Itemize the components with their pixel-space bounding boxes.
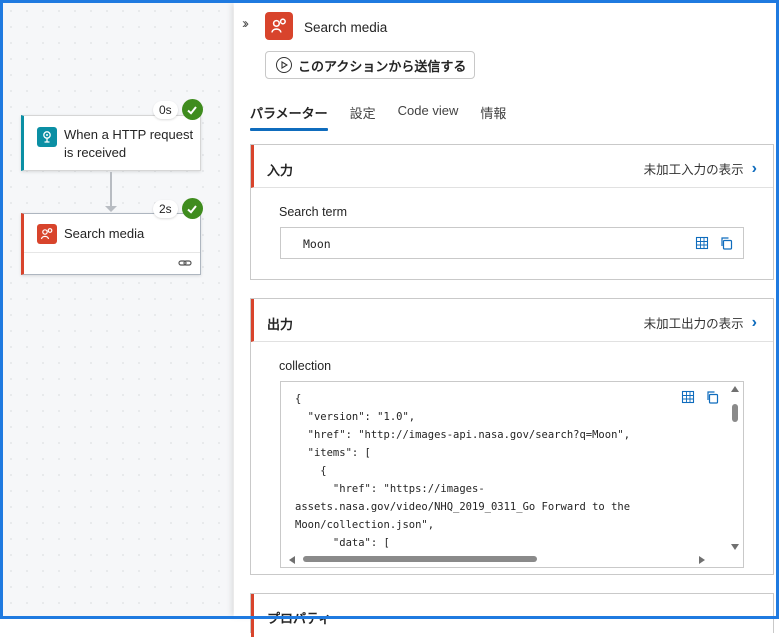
submit-button-label: このアクションから送信する xyxy=(298,58,467,74)
search-term-value: Moon xyxy=(303,237,331,251)
horizontal-scroll-thumb[interactable] xyxy=(303,556,537,562)
expand-table-icon[interactable] xyxy=(681,390,695,404)
vertical-scroll-thumb[interactable] xyxy=(732,404,738,422)
submit-from-action-button[interactable]: このアクションから送信する xyxy=(265,51,475,79)
copy-icon[interactable] xyxy=(705,390,719,404)
show-raw-outputs-label: 未加工出力の表示 xyxy=(643,317,744,331)
success-check-icon xyxy=(181,198,203,219)
vertical-scrollbar[interactable] xyxy=(729,384,741,552)
output-section-header: 出力 未加工出力の表示 › xyxy=(251,299,773,342)
collection-json: { "version": "1.0", "href": "http://imag… xyxy=(295,393,631,549)
chevron-right-icon: › xyxy=(751,313,757,331)
search-term-label: Search term xyxy=(279,205,348,219)
panel-title: Search media xyxy=(304,20,388,35)
scroll-left-icon[interactable] xyxy=(289,556,295,564)
scroll-right-icon[interactable] xyxy=(699,556,705,564)
tab-parameters[interactable]: パラメーター xyxy=(250,101,328,131)
show-raw-outputs-link[interactable]: 未加工出力の表示 › xyxy=(644,313,757,332)
scroll-up-icon[interactable] xyxy=(731,386,739,392)
show-raw-inputs-link[interactable]: 未加工入力の表示 › xyxy=(644,159,757,178)
collection-code-field[interactable]: { "version": "1.0", "href": "http://imag… xyxy=(280,381,744,568)
expand-table-icon[interactable] xyxy=(695,236,709,250)
node-divider xyxy=(24,252,200,253)
chevron-right-icon: › xyxy=(751,159,757,177)
copy-icon[interactable] xyxy=(719,236,733,250)
collection-label: collection xyxy=(279,359,332,373)
input-section: 入力 未加工入力の表示 › Search term Moon xyxy=(250,144,774,280)
trigger-duration: 0s xyxy=(153,100,178,119)
field-tools xyxy=(681,390,719,404)
success-check-icon xyxy=(181,99,203,120)
play-icon xyxy=(276,57,292,73)
properties-section-header[interactable]: プロパティ xyxy=(251,594,773,637)
trigger-duration-badge: 0s xyxy=(153,99,203,120)
panel-tabs: パラメーター 設定 Code view 情報 xyxy=(250,101,528,131)
input-section-title: 入力 xyxy=(267,163,294,178)
canvas-grid xyxy=(3,3,233,616)
tab-settings[interactable]: 設定 xyxy=(350,101,376,131)
output-section: 出力 未加工出力の表示 › collection { "version": "1… xyxy=(250,298,774,575)
tab-code-view[interactable]: Code view xyxy=(398,101,459,131)
http-request-icon xyxy=(37,127,57,147)
show-raw-inputs-label: 未加工入力の表示 xyxy=(643,163,744,177)
search-media-node-title: Search media xyxy=(64,226,145,241)
properties-section: プロパティ xyxy=(250,593,774,637)
designer-canvas[interactable]: When a HTTP request is received 0s Searc… xyxy=(3,3,233,616)
media-search-icon xyxy=(37,224,57,244)
action-duration-badge: 2s xyxy=(153,198,203,219)
tab-info[interactable]: 情報 xyxy=(480,101,506,131)
collapse-panel-icon[interactable]: ›› xyxy=(242,15,249,32)
search-media-node-card[interactable]: Search media xyxy=(21,213,201,275)
field-tools xyxy=(695,236,733,250)
flow-connector xyxy=(110,172,112,210)
horizontal-scrollbar[interactable] xyxy=(283,553,727,565)
trigger-node-card[interactable]: When a HTTP request is received xyxy=(21,115,201,171)
flow-arrow-icon xyxy=(105,206,117,212)
link-icon[interactable] xyxy=(178,256,192,270)
media-search-icon xyxy=(265,12,293,40)
scroll-down-icon[interactable] xyxy=(731,544,739,550)
output-section-title: 出力 xyxy=(267,317,294,332)
search-term-field[interactable]: Moon xyxy=(280,227,744,259)
action-duration: 2s xyxy=(153,199,178,218)
trigger-node-title: When a HTTP request is received xyxy=(64,127,194,160)
properties-section-title: プロパティ xyxy=(267,611,332,626)
input-section-header: 入力 未加工入力の表示 › xyxy=(251,145,773,188)
action-details-panel: ›› Search media このアクションから送信する パラメーター 設定 … xyxy=(234,3,776,637)
